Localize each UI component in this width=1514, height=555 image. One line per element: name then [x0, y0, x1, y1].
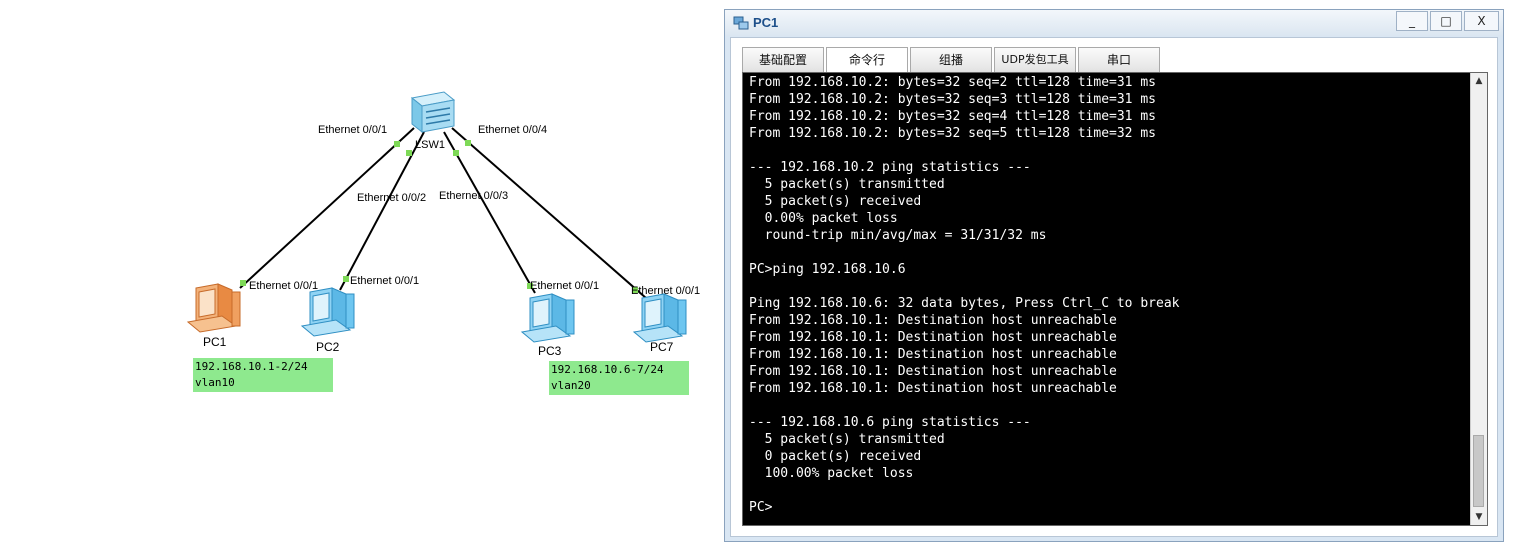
terminal-line: 5 packet(s) received — [749, 194, 922, 209]
pc1-name: PC1 — [203, 335, 227, 349]
port-label-sw-p1: Ethernet 0/0/1 — [318, 124, 387, 136]
terminal-line: PC>ping 192.168.10.6 — [749, 262, 906, 277]
link-lsw1-pc1[interactable] — [239, 127, 415, 289]
port-dot-sw-p4 — [465, 140, 471, 146]
pc7-name: PC7 — [650, 340, 674, 354]
tab-command-line[interactable]: 命令行 — [826, 47, 908, 73]
terminal-line: --- 192.168.10.2 ping statistics --- — [749, 160, 1031, 175]
terminal-line: From 192.168.10.1: Destination host unre… — [749, 330, 1117, 345]
window-title: PC1 — [753, 15, 779, 30]
scroll-up-icon[interactable]: ▲ — [1471, 73, 1487, 89]
note-vlan10[interactable]: 192.168.10.1-2/24 vlan10 — [193, 358, 333, 392]
port-dot-pc2 — [343, 276, 349, 282]
topology-svg: LSW1 Ethernet 0/0/1 Ethernet 0/0/4 Ether… — [186, 91, 700, 358]
tab-multicast[interactable]: 组播 — [910, 47, 992, 73]
pc1-icon[interactable] — [186, 283, 241, 333]
terminal-line: From 192.168.10.1: Destination host unre… — [749, 347, 1117, 362]
note-vlan20[interactable]: 192.168.10.6-7/24 vlan20 — [549, 361, 689, 395]
port-label-sw-p4: Ethernet 0/0/4 — [478, 124, 547, 136]
link-lsw1-pc7[interactable] — [451, 127, 647, 299]
port-dot-sw-p1 — [394, 141, 400, 147]
tab-basic-config[interactable]: 基础配置 — [742, 47, 824, 73]
pc3-name: PC3 — [538, 344, 562, 358]
topology-canvas: LSW1 Ethernet 0/0/1 Ethernet 0/0/4 Ether… — [0, 0, 720, 551]
terminal-line: From 192.168.10.1: Destination host unre… — [749, 313, 1117, 328]
terminal-line: 0.00% packet loss — [749, 211, 898, 226]
maximize-button[interactable]: □ — [1430, 11, 1462, 31]
terminal-line: PC> — [749, 500, 773, 515]
terminal-line: Ping 192.168.10.6: 32 data bytes, Press … — [749, 296, 1180, 311]
switch-name: LSW1 — [415, 139, 445, 151]
switch-icon[interactable] — [410, 91, 456, 134]
pc7-icon[interactable] — [632, 293, 687, 343]
minimize-button[interactable]: _ — [1396, 11, 1428, 31]
port-dot-sw-p3 — [453, 150, 459, 156]
terminal-line: 0 packet(s) received — [749, 449, 922, 464]
terminal-line: From 192.168.10.2: bytes=32 seq=2 ttl=12… — [749, 75, 1156, 90]
terminal-line: From 192.168.10.2: bytes=32 seq=3 ttl=12… — [749, 92, 1156, 107]
terminal-line: round-trip min/avg/max = 31/31/32 ms — [749, 228, 1047, 243]
terminal-scrollbar[interactable]: ▲ ▼ — [1470, 73, 1487, 525]
terminal-output: From 192.168.10.2: bytes=32 seq=2 ttl=12… — [749, 74, 1469, 516]
port-label-sw-p2: Ethernet 0/0/2 — [357, 192, 426, 204]
terminal-line: From 192.168.10.1: Destination host unre… — [749, 381, 1117, 396]
title-bar[interactable]: PC1 _ □ X — [725, 10, 1503, 36]
port-dot-pc1 — [240, 280, 246, 286]
port-label-pc2: Ethernet 0/0/1 — [350, 275, 419, 287]
pc3-icon[interactable] — [520, 293, 575, 343]
terminal-line: From 192.168.10.2: bytes=32 seq=5 ttl=12… — [749, 126, 1156, 141]
window-content: 基础配置 命令行 组播 UDP发包工具 串口 From 192.168.10.2… — [730, 37, 1498, 537]
scroll-thumb[interactable] — [1473, 435, 1484, 507]
close-button[interactable]: X — [1464, 11, 1499, 31]
tab-udp-tool[interactable]: UDP发包工具 — [994, 47, 1076, 73]
port-label-pc1: Ethernet 0/0/1 — [249, 280, 318, 292]
link-lsw1-pc3[interactable] — [443, 131, 536, 294]
terminal-line: 5 packet(s) transmitted — [749, 432, 945, 447]
port-label-pc3: Ethernet 0/0/1 — [530, 280, 599, 292]
terminal-console[interactable]: From 192.168.10.2: bytes=32 seq=2 ttl=12… — [742, 72, 1488, 526]
pc1-window: PC1 _ □ X 基础配置 命令行 组播 UDP发包工具 串口 From 19… — [724, 9, 1504, 542]
terminal-line: --- 192.168.10.6 ping statistics --- — [749, 415, 1031, 430]
terminal-line: From 192.168.10.2: bytes=32 seq=4 ttl=12… — [749, 109, 1156, 124]
scroll-down-icon[interactable]: ▼ — [1471, 509, 1487, 525]
pc-app-icon — [733, 16, 749, 30]
port-label-sw-p3: Ethernet 0/0/3 — [439, 190, 508, 202]
terminal-line: From 192.168.10.1: Destination host unre… — [749, 364, 1117, 379]
terminal-line: 100.00% packet loss — [749, 466, 914, 481]
port-dot-sw-p2 — [406, 150, 412, 156]
terminal-line: 5 packet(s) transmitted — [749, 177, 945, 192]
pc2-name: PC2 — [316, 340, 340, 354]
pc2-icon[interactable] — [300, 287, 355, 337]
tab-serial[interactable]: 串口 — [1078, 47, 1160, 73]
